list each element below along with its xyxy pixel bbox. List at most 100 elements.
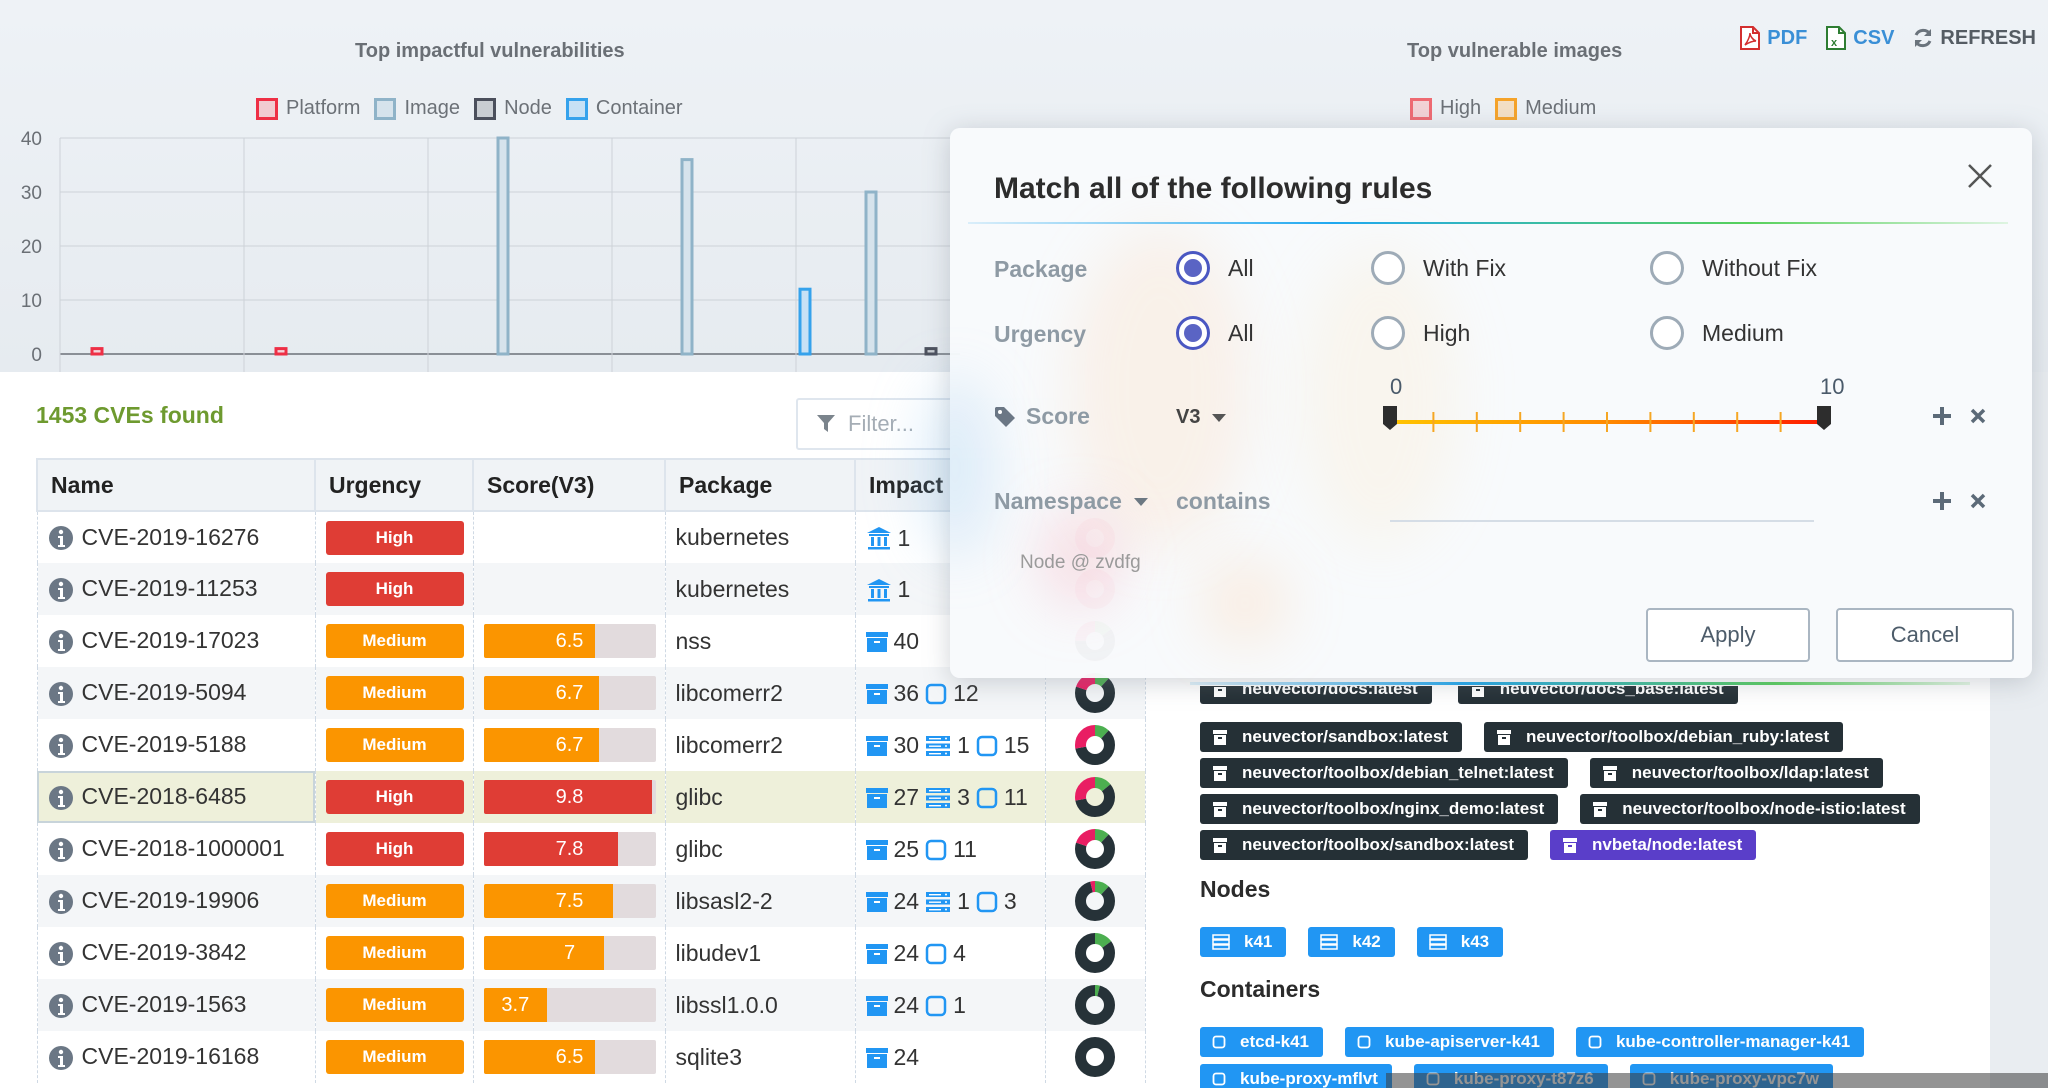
cell-name[interactable]: CVE-2019-11253 xyxy=(36,563,316,615)
info-icon[interactable] xyxy=(48,785,74,811)
container-tag[interactable]: kube-proxy-mflvt xyxy=(1200,1064,1392,1088)
info-icon[interactable] xyxy=(48,577,74,603)
slider-min-handle[interactable] xyxy=(1383,406,1397,430)
image-tag[interactable]: neuvector/toolbox/node-istio:latest xyxy=(1580,794,1920,824)
cell-name[interactable]: CVE-2019-5094 xyxy=(36,667,316,719)
cell-package: libcomerr2 xyxy=(664,667,856,719)
cell-name[interactable]: CVE-2019-16168 xyxy=(36,1031,316,1083)
info-icon[interactable] xyxy=(48,889,74,915)
legend-swatch-high xyxy=(1410,97,1432,120)
cell-name[interactable]: CVE-2019-19906 xyxy=(36,875,316,927)
legend-item-medium[interactable]: Medium xyxy=(1495,97,1596,120)
cell-name[interactable]: CVE-2019-5188 xyxy=(36,719,316,771)
cell-name[interactable]: CVE-2019-1563 xyxy=(36,979,316,1031)
image-tag[interactable]: neuvector/sandbox:latest xyxy=(1200,722,1462,752)
namespace-field-select[interactable]: Namespace xyxy=(994,488,1148,515)
legend-item-node[interactable]: Node xyxy=(474,97,552,120)
package-radio-with-fix[interactable]: With Fix xyxy=(1371,251,1506,285)
image-tag-label: neuvector/docs:latest xyxy=(1242,686,1418,698)
image-tag-highlighted[interactable]: nvbeta/node:latest xyxy=(1550,830,1757,860)
container-tag[interactable]: kube-apiserver-k41 xyxy=(1344,1027,1554,1057)
pdf-button[interactable]: PDF xyxy=(1739,26,1807,50)
legend-swatch-container xyxy=(565,97,588,120)
remove-score-rule-button[interactable] xyxy=(1970,408,1986,429)
table-row[interactable]: CVE-2019-19906 Medium 7.5 libsasl2-2 24 1 3 xyxy=(36,875,1146,927)
add-score-rule-button[interactable] xyxy=(1932,406,1952,431)
node-tag[interactable]: k42 xyxy=(1308,927,1395,957)
namespace-operator[interactable]: contains xyxy=(1176,488,1271,515)
col-header-score[interactable]: Score(V3) xyxy=(472,458,666,512)
apply-button[interactable]: Apply xyxy=(1646,608,1810,662)
image-tag[interactable]: neuvector/docs:latest xyxy=(1200,686,1432,704)
package-radio-all[interactable]: All xyxy=(1176,251,1254,285)
info-icon[interactable] xyxy=(48,681,74,707)
cell-name[interactable]: CVE-2019-17023 xyxy=(36,615,316,667)
image-tag-label: neuvector/toolbox/nginx_demo:latest xyxy=(1242,799,1545,818)
col-header-name[interactable]: Name xyxy=(36,458,316,512)
node-tag[interactable]: k43 xyxy=(1416,927,1504,957)
bar-image[interactable] xyxy=(864,190,878,356)
info-icon[interactable] xyxy=(48,993,74,1019)
urgency-radio-all[interactable]: All xyxy=(1176,316,1254,350)
info-icon[interactable] xyxy=(48,525,74,551)
info-icon[interactable] xyxy=(48,1045,74,1071)
image-tag[interactable]: neuvector/toolbox/sandbox:latest xyxy=(1200,830,1529,860)
image-tag[interactable]: neuvector/docs_base:latest xyxy=(1457,686,1738,704)
cve-name: CVE-2019-19906 xyxy=(81,887,260,914)
legend-item-image[interactable]: Image xyxy=(374,97,460,120)
cell-score: 6.5 xyxy=(472,1031,666,1083)
info-icon[interactable] xyxy=(48,941,74,967)
col-header-package[interactable]: Package xyxy=(664,458,856,512)
namespace-value-input[interactable] xyxy=(1390,488,1814,522)
package-radio-without-fix[interactable]: Without Fix xyxy=(1650,251,1817,285)
col-header-urgency[interactable]: Urgency xyxy=(314,458,474,512)
table-row[interactable]: CVE-2019-1563 Medium 3.7 libssl1.0.0 24 1 xyxy=(36,979,1146,1031)
info-icon[interactable] xyxy=(48,733,74,759)
add-namespace-rule-button[interactable] xyxy=(1932,491,1952,516)
container-tag[interactable]: kube-controller-manager-k41 xyxy=(1575,1027,1865,1057)
urgency-radio-medium[interactable]: Medium xyxy=(1650,316,1784,350)
image-tag[interactable]: neuvector/toolbox/debian_telnet:latest xyxy=(1200,758,1568,788)
cell-urgency: High xyxy=(314,511,474,563)
cell-name[interactable]: CVE-2019-3842 xyxy=(36,927,316,979)
info-icon[interactable] xyxy=(48,837,74,863)
y-tick-label: 10 xyxy=(21,291,42,312)
cell-name[interactable]: CVE-2018-1000001 xyxy=(36,823,316,875)
bar-platform[interactable] xyxy=(274,347,288,356)
csv-button[interactable]: x CSV xyxy=(1825,26,1894,50)
cell-name[interactable]: CVE-2019-16276 xyxy=(36,511,316,563)
close-button[interactable] xyxy=(1966,162,1994,195)
image-tag[interactable]: neuvector/toolbox/debian_ruby:latest xyxy=(1483,722,1844,752)
score-range-slider[interactable] xyxy=(1380,398,1850,438)
cancel-button[interactable]: Cancel xyxy=(1836,608,2014,662)
table-row[interactable]: CVE-2018-6485 High 9.8 glibc 27 3 11 xyxy=(36,771,1146,823)
bar-image[interactable] xyxy=(680,158,694,356)
remove-namespace-rule-button[interactable] xyxy=(1970,493,1986,514)
slider-max-handle[interactable] xyxy=(1817,406,1831,430)
container-tag[interactable]: etcd-k41 xyxy=(1200,1027,1323,1057)
info-icon[interactable] xyxy=(48,629,74,655)
legend-item-high[interactable]: High xyxy=(1410,97,1481,120)
legend-item-container[interactable]: Container xyxy=(565,97,683,120)
score-version-select[interactable]: V3 xyxy=(1176,406,1227,429)
image-count: 36 xyxy=(893,680,920,707)
bar-node[interactable] xyxy=(924,347,938,356)
table-row[interactable]: CVE-2019-3842 Medium 7 libudev1 24 4 xyxy=(36,927,1146,979)
image-tag[interactable]: neuvector/toolbox/nginx_demo:latest xyxy=(1200,794,1559,824)
container-icon xyxy=(925,839,947,860)
radio-label: All xyxy=(1228,254,1254,281)
container-tag-label: kube-apiserver-k41 xyxy=(1384,1032,1540,1051)
cell-distribution xyxy=(1044,927,1146,979)
bar-image[interactable] xyxy=(496,136,510,356)
urgency-radio-high[interactable]: High xyxy=(1371,316,1470,350)
legend-item-platform[interactable]: Platform xyxy=(256,97,360,120)
node-tag[interactable]: k41 xyxy=(1200,927,1287,957)
bar-container[interactable] xyxy=(798,287,812,356)
refresh-button[interactable]: REFRESH xyxy=(1912,27,2036,50)
bar-platform[interactable] xyxy=(90,347,104,356)
table-row[interactable]: CVE-2018-1000001 High 7.8 glibc 25 11 xyxy=(36,823,1146,875)
table-row[interactable]: CVE-2019-16168 Medium 6.5 sqlite3 24 xyxy=(36,1031,1146,1083)
cell-name[interactable]: CVE-2018-6485 xyxy=(36,771,316,823)
table-row[interactable]: CVE-2019-5188 Medium 6.7 libcomerr2 30 1 15 xyxy=(36,719,1146,771)
image-tag[interactable]: neuvector/toolbox/ldap:latest xyxy=(1589,758,1883,788)
